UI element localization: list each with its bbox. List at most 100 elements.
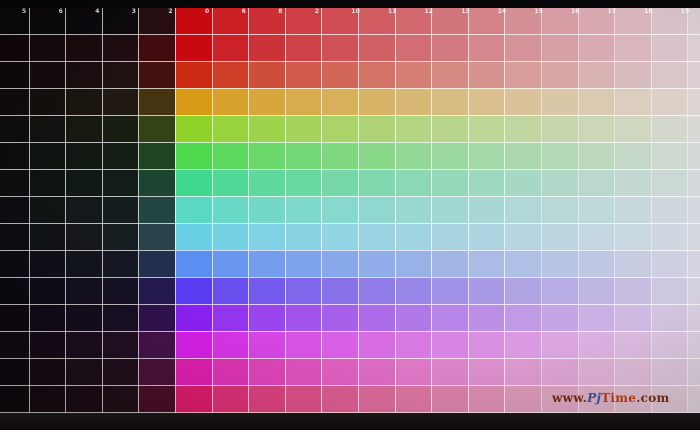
color-swatch bbox=[467, 88, 505, 116]
color-swatch bbox=[614, 223, 652, 251]
color-swatch bbox=[577, 304, 615, 332]
color-swatch bbox=[650, 61, 688, 89]
color-swatch bbox=[504, 142, 542, 170]
color-swatch bbox=[248, 169, 286, 197]
color-swatch bbox=[358, 358, 396, 386]
grid-line-horizontal bbox=[0, 331, 700, 332]
color-swatch bbox=[28, 304, 66, 332]
color-swatch bbox=[358, 115, 396, 143]
color-swatch bbox=[138, 331, 176, 359]
color-swatch bbox=[541, 250, 579, 278]
color-swatch bbox=[101, 169, 139, 197]
color-swatch bbox=[431, 277, 469, 305]
column-label: 6 bbox=[58, 8, 63, 15]
color-swatch bbox=[541, 304, 579, 332]
color-swatch bbox=[650, 304, 688, 332]
color-swatch bbox=[101, 142, 139, 170]
grid-line-vertical bbox=[651, 8, 652, 430]
color-swatch bbox=[467, 223, 505, 251]
color-swatch bbox=[687, 61, 700, 89]
column-label: 0 bbox=[205, 8, 210, 15]
grid-line-horizontal bbox=[0, 277, 700, 278]
color-swatch bbox=[321, 34, 359, 62]
color-swatch bbox=[138, 358, 176, 386]
color-swatch bbox=[65, 196, 103, 224]
grid-line-vertical bbox=[175, 8, 176, 430]
color-swatch bbox=[284, 196, 322, 224]
color-swatch bbox=[467, 196, 505, 224]
color-swatch bbox=[138, 142, 176, 170]
color-swatch bbox=[431, 88, 469, 116]
color-swatch bbox=[65, 250, 103, 278]
color-swatch bbox=[175, 250, 213, 278]
color-swatch bbox=[504, 385, 542, 413]
color-swatch bbox=[504, 331, 542, 359]
column-label: 13 bbox=[461, 8, 470, 15]
color-swatch bbox=[650, 142, 688, 170]
color-swatch bbox=[28, 385, 66, 413]
grid-line-vertical bbox=[285, 8, 286, 430]
color-swatch bbox=[614, 331, 652, 359]
color-swatch bbox=[614, 142, 652, 170]
color-swatch bbox=[577, 169, 615, 197]
watermark-prefix: www. bbox=[552, 391, 588, 405]
grid-line-vertical bbox=[65, 8, 66, 430]
color-swatch bbox=[650, 34, 688, 62]
color-swatch bbox=[28, 169, 66, 197]
color-swatch bbox=[138, 196, 176, 224]
column-label: 12 bbox=[424, 8, 433, 15]
color-swatch bbox=[358, 34, 396, 62]
column-label: 4 bbox=[95, 8, 100, 15]
grid-line-vertical bbox=[29, 8, 30, 430]
color-swatch bbox=[504, 169, 542, 197]
color-swatch bbox=[284, 358, 322, 386]
color-swatch bbox=[138, 115, 176, 143]
grid-line-vertical bbox=[248, 8, 249, 430]
color-swatch bbox=[358, 385, 396, 413]
color-swatch bbox=[431, 196, 469, 224]
color-swatch bbox=[211, 142, 249, 170]
color-swatch bbox=[138, 34, 176, 62]
color-swatch bbox=[650, 331, 688, 359]
color-swatch bbox=[101, 61, 139, 89]
color-swatch bbox=[467, 358, 505, 386]
color-swatch bbox=[28, 34, 66, 62]
grid-line-vertical bbox=[102, 8, 103, 430]
color-swatch bbox=[138, 169, 176, 197]
color-swatch bbox=[687, 304, 700, 332]
color-swatch bbox=[175, 331, 213, 359]
grid-line-horizontal bbox=[0, 61, 700, 62]
color-swatch bbox=[394, 385, 432, 413]
color-swatch bbox=[65, 304, 103, 332]
color-swatch bbox=[504, 196, 542, 224]
color-swatch bbox=[504, 88, 542, 116]
color-swatch bbox=[321, 277, 359, 305]
color-swatch bbox=[284, 250, 322, 278]
color-swatch bbox=[614, 169, 652, 197]
color-swatch bbox=[431, 358, 469, 386]
color-swatch bbox=[101, 88, 139, 116]
color-swatch bbox=[394, 196, 432, 224]
color-swatch bbox=[211, 169, 249, 197]
color-swatch bbox=[0, 169, 30, 197]
grid-line-horizontal bbox=[0, 142, 700, 143]
color-swatch bbox=[0, 61, 30, 89]
color-swatch bbox=[138, 61, 176, 89]
color-swatch bbox=[0, 223, 30, 251]
color-swatch bbox=[211, 331, 249, 359]
color-swatch bbox=[248, 277, 286, 305]
grid-line-vertical bbox=[504, 8, 505, 430]
color-swatch bbox=[467, 34, 505, 62]
color-swatch bbox=[284, 34, 322, 62]
color-swatch bbox=[394, 142, 432, 170]
color-swatch bbox=[28, 142, 66, 170]
color-swatch bbox=[248, 61, 286, 89]
color-swatch bbox=[504, 61, 542, 89]
color-swatch bbox=[0, 88, 30, 116]
color-swatch bbox=[28, 250, 66, 278]
color-swatch bbox=[577, 196, 615, 224]
color-swatch bbox=[101, 196, 139, 224]
color-swatch bbox=[65, 385, 103, 413]
color-swatch bbox=[101, 358, 139, 386]
color-swatch bbox=[467, 304, 505, 332]
